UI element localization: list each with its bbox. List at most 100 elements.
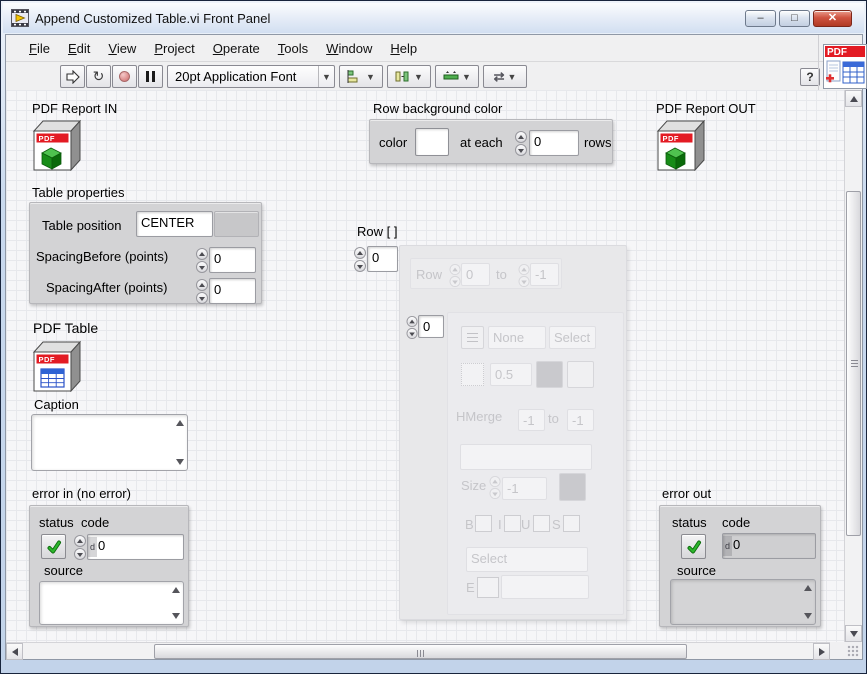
increment-icon[interactable] (196, 248, 208, 260)
cell-array-index-spinner[interactable] (407, 315, 419, 339)
scroll-down-icon[interactable] (172, 613, 180, 619)
scroll-right-button[interactable] (813, 643, 830, 660)
minimize-button[interactable]: – (745, 10, 776, 27)
size-field: -1 (502, 477, 547, 500)
menu-window[interactable]: Window (317, 37, 381, 60)
row-background-label: Row background color (373, 101, 502, 116)
error-in-code-spinner[interactable] (74, 534, 87, 560)
pdf-report-in-control[interactable]: PDF (31, 119, 81, 171)
underline-label: U (521, 517, 530, 532)
horizontal-scrollbar-thumb[interactable] (154, 644, 687, 659)
scroll-down-button[interactable] (845, 625, 862, 642)
menu-project[interactable]: Project (145, 37, 203, 60)
thumb-grip (851, 363, 858, 364)
scroll-up-icon[interactable] (804, 585, 812, 591)
radix-indicator: d (723, 536, 732, 556)
menu-view[interactable]: View (99, 37, 145, 60)
scroll-down-icon[interactable] (804, 613, 812, 619)
radix-indicator: d (88, 537, 97, 557)
table-properties-label: Table properties (32, 185, 125, 200)
row-range-label: Row (416, 267, 442, 282)
size-label: Size (461, 478, 486, 493)
window-title: Append Customized Table.vi Front Panel (35, 11, 270, 26)
scroll-up-icon[interactable] (172, 587, 180, 593)
bold-checkbox (475, 515, 492, 532)
cell-border-color-box (536, 361, 563, 388)
svg-text:PDF: PDF (663, 134, 680, 143)
run-button[interactable] (60, 65, 85, 88)
hmerge-from-field: -1 (518, 409, 545, 431)
increment-icon[interactable] (407, 316, 418, 327)
cell-array-index-field[interactable]: 0 (418, 315, 444, 338)
scroll-up-icon[interactable] (176, 420, 184, 426)
abort-icon (119, 71, 130, 82)
pause-button[interactable] (138, 65, 163, 88)
menu-file[interactable]: File (20, 37, 59, 60)
close-button[interactable]: ✕ (813, 10, 852, 27)
row-from-field: 0 (461, 263, 490, 286)
error-in-code-field[interactable]: d0 (87, 534, 184, 560)
decrement-icon (490, 487, 501, 498)
chevron-down-icon[interactable]: ▼ (318, 66, 334, 87)
abort-button[interactable] (112, 65, 137, 88)
at-each-spinner[interactable] (515, 130, 528, 156)
spacing-after-spinner[interactable] (196, 278, 209, 304)
spacing-before-field[interactable]: 0 (209, 247, 256, 273)
table-position-field[interactable]: CENTER (136, 211, 213, 237)
align-objects-button[interactable]: ▼ (339, 65, 383, 88)
row-to-spinner (519, 263, 531, 287)
increment-icon[interactable] (74, 535, 86, 547)
spacing-after-field[interactable]: 0 (209, 278, 256, 304)
cell-color-select-button: Select (549, 326, 596, 349)
underline-checkbox (533, 515, 550, 532)
menu-help[interactable]: Help (381, 37, 426, 60)
caption-field[interactable] (31, 414, 188, 471)
decrement-icon[interactable] (196, 261, 208, 273)
error-in-source-field[interactable] (39, 581, 184, 625)
row-array-index-spinner[interactable] (354, 246, 367, 272)
increment-icon[interactable] (354, 247, 366, 259)
vi-icon[interactable]: PDF (823, 44, 867, 89)
resize-grip[interactable] (830, 642, 861, 659)
scroll-down-icon[interactable] (176, 459, 184, 465)
decrement-icon[interactable] (515, 144, 527, 156)
strike-checkbox (563, 515, 580, 532)
pdf-table-control[interactable]: PDF (31, 340, 81, 392)
menu-edit[interactable]: Edit (59, 37, 99, 60)
context-help-button[interactable]: ? (800, 68, 820, 86)
decrement-icon[interactable] (354, 260, 366, 272)
scroll-left-button[interactable] (6, 643, 23, 660)
scroll-up-button[interactable] (845, 90, 862, 107)
vi-window-icon (11, 9, 29, 27)
decrement-icon[interactable] (407, 327, 418, 338)
increment-icon[interactable] (515, 131, 527, 143)
row-color-box[interactable] (415, 128, 449, 156)
arrow-up-icon (850, 96, 858, 102)
pdf-cube-green-icon: PDF (655, 119, 705, 171)
resize-objects-button[interactable]: ▼ (435, 65, 479, 88)
row-to-label: to (496, 267, 507, 282)
decrement-icon[interactable] (74, 548, 86, 560)
row-array-label: Row [ ] (357, 224, 397, 239)
spacing-before-spinner[interactable] (196, 247, 209, 273)
run-continuously-button[interactable]: ↻ (86, 65, 111, 88)
bold-label: B (465, 517, 474, 532)
menu-operate[interactable]: Operate (204, 37, 269, 60)
menu-tools[interactable]: Tools (269, 37, 317, 60)
distribute-objects-button[interactable]: ▼ (387, 65, 431, 88)
arrow-right-icon (819, 648, 825, 656)
at-each-field[interactable]: 0 (529, 130, 579, 156)
reorder-objects-button[interactable]: ⇄ ▼ (483, 65, 527, 88)
font-selector[interactable]: 20pt Application Font ▼ (167, 65, 335, 88)
row-array-index-field[interactable]: 0 (367, 246, 398, 272)
error-in-status-button[interactable] (41, 534, 66, 559)
justify-icon (467, 333, 478, 342)
decrement-icon[interactable] (196, 292, 208, 304)
vertical-scrollbar-thumb[interactable] (846, 191, 861, 536)
increment-icon[interactable] (196, 279, 208, 291)
maximize-button[interactable]: □ (779, 10, 810, 27)
size-spinner (490, 475, 502, 499)
strike-label: S (552, 517, 561, 532)
toolbar: ↻ 20pt Application Font ▼ (6, 63, 862, 90)
error-out-source-label: source (677, 563, 716, 578)
